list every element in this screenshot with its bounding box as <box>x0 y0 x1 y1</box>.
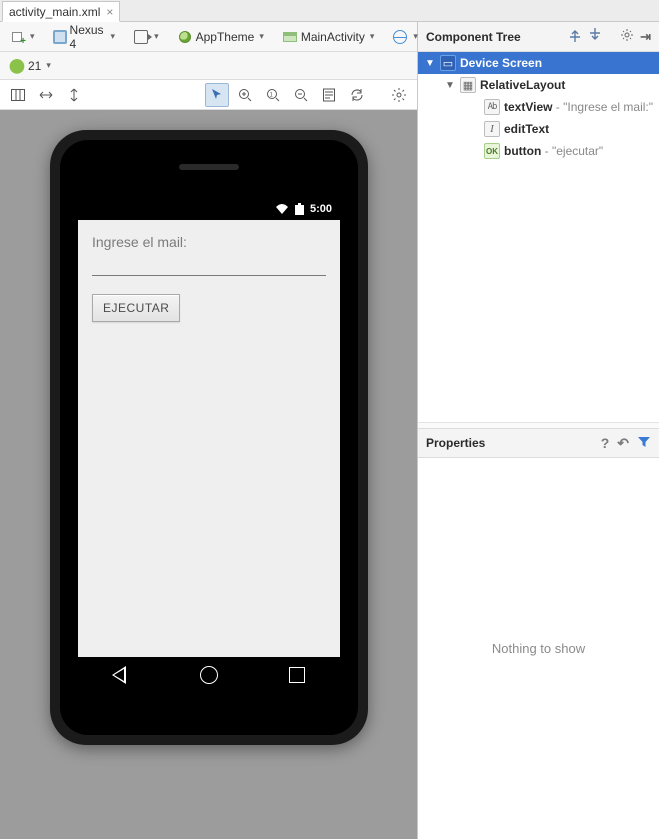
undo-icon[interactable]: ↶ <box>617 435 629 452</box>
properties-empty-label: Nothing to show <box>492 641 585 656</box>
component-tree: ▼ ▭ Device Screen ▼ ▦ RelativeLayout Ab … <box>418 52 659 422</box>
device-screen: 5:00 Ingrese el mail: EJECUTAR <box>78 198 340 657</box>
expand-toggle-icon[interactable]: ▼ <box>444 80 456 91</box>
svg-text:1: 1 <box>270 92 274 98</box>
textview-preview[interactable]: Ingrese el mail: <box>92 234 326 250</box>
component-tree-title: Component Tree <box>426 30 521 44</box>
zoom-reset-button[interactable]: 1 <box>261 83 285 107</box>
tree-hint: - "Ingrese el mail:" <box>552 100 653 114</box>
nav-back-icon <box>114 666 129 684</box>
properties-header: Properties ? ↶ <box>418 428 659 458</box>
component-tree-header: Component Tree ⇥ <box>418 22 659 52</box>
button-preview[interactable]: EJECUTAR <box>92 294 180 322</box>
refresh-button[interactable] <box>345 83 369 107</box>
device-selector[interactable]: Nexus 4 <box>48 25 121 49</box>
design-view-tools: 1 <box>0 80 417 110</box>
layout-preview-button[interactable] <box>317 83 341 107</box>
expand-toggle-icon[interactable]: ▼ <box>424 58 436 69</box>
expand-all-icon[interactable] <box>568 28 582 45</box>
theme-label: AppTheme <box>196 30 255 44</box>
tree-node-button[interactable]: OK button - "ejecutar" <box>418 140 659 162</box>
expand-horiz-button[interactable] <box>34 83 58 107</box>
tree-label: textView <box>504 100 552 114</box>
nav-recents-icon <box>289 667 305 683</box>
new-config-button[interactable] <box>4 25 40 49</box>
orientation-icon <box>134 30 148 44</box>
tree-label: editText <box>504 122 549 136</box>
phone-icon <box>53 30 67 44</box>
zoom-out-button[interactable] <box>289 83 313 107</box>
tree-settings-icon[interactable] <box>620 28 634 45</box>
tree-hint: - "ejecutar" <box>541 144 603 158</box>
layout-icon: ▦ <box>460 77 476 93</box>
tree-label: RelativeLayout <box>480 78 565 92</box>
device-frame: 5:00 Ingrese el mail: EJECUTAR <box>50 130 368 745</box>
theme-icon <box>179 31 191 43</box>
api-level-selector[interactable]: ⬤ 21 <box>4 54 56 78</box>
tree-node-device-screen[interactable]: ▼ ▭ Device Screen <box>418 52 659 74</box>
file-tab-activity-main[interactable]: activity_main.xml × <box>2 1 120 22</box>
tree-label: button <box>504 144 541 158</box>
edittext-preview[interactable] <box>92 254 326 276</box>
status-time: 5:00 <box>310 203 332 215</box>
tree-node-textview[interactable]: Ab textView - "Ingrese el mail:" <box>418 96 659 118</box>
filter-icon[interactable] <box>637 435 651 452</box>
device-navbar <box>78 657 340 693</box>
zoom-fit-button[interactable] <box>233 83 257 107</box>
tree-node-relativelayout[interactable]: ▼ ▦ RelativeLayout <box>418 74 659 96</box>
wifi-icon <box>275 203 289 215</box>
properties-body: Nothing to show <box>418 458 659 839</box>
textview-icon: Ab <box>484 99 500 115</box>
collapse-all-icon[interactable] <box>588 28 602 45</box>
app-content: Ingrese el mail: EJECUTAR <box>78 220 340 657</box>
button-icon: OK <box>484 143 500 159</box>
edittext-icon: I <box>484 121 500 137</box>
design-canvas[interactable]: 5:00 Ingrese el mail: EJECUTAR <box>0 110 417 839</box>
expand-vert-button[interactable] <box>62 83 86 107</box>
help-icon[interactable]: ? <box>601 435 610 451</box>
hide-panel-icon[interactable]: ⇥ <box>640 29 651 45</box>
theme-selector[interactable]: AppTheme <box>172 25 269 49</box>
device-speaker <box>179 164 239 170</box>
file-tab-label: activity_main.xml <box>9 5 100 19</box>
design-api-toolbar: ⬤ 21 <box>0 52 417 80</box>
status-bar: 5:00 <box>78 198 340 220</box>
android-icon: ⬤ <box>9 58 25 74</box>
nav-home-icon <box>200 666 218 684</box>
device-label: Nexus 4 <box>70 23 106 51</box>
battery-icon <box>295 203 304 215</box>
activity-selector[interactable]: MainActivity <box>277 25 380 49</box>
api-label: 21 <box>28 59 41 73</box>
settings-gear-button[interactable] <box>387 83 411 107</box>
tree-node-edittext[interactable]: I editText <box>418 118 659 140</box>
activity-icon <box>283 32 297 42</box>
orientation-selector[interactable] <box>128 25 164 49</box>
close-icon[interactable]: × <box>106 5 113 19</box>
viewport-mode-button[interactable] <box>6 83 30 107</box>
select-mode-button[interactable] <box>205 83 229 107</box>
properties-title: Properties <box>426 436 485 450</box>
device-icon: ▭ <box>440 55 456 71</box>
activity-label: MainActivity <box>301 30 365 44</box>
editor-tabs: activity_main.xml × <box>0 0 659 22</box>
design-config-toolbar: Nexus 4 AppTheme MainActivity <box>0 22 417 52</box>
tree-label: Device Screen <box>460 56 542 70</box>
globe-icon <box>393 30 407 44</box>
